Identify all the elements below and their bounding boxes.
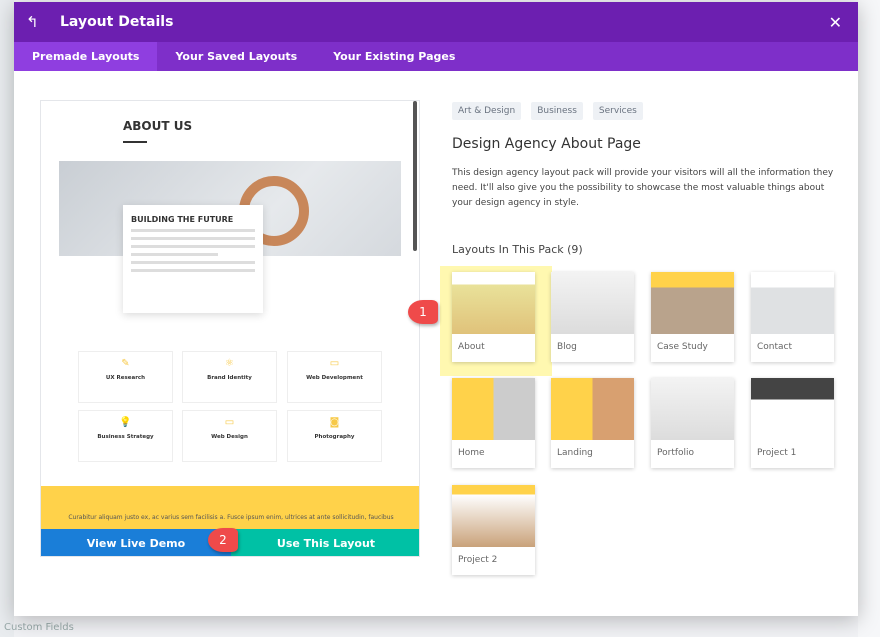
undo-arrow-icon[interactable]: ↰ xyxy=(26,13,52,31)
hero-card: BUILDING THE FUTURE xyxy=(123,205,263,313)
layout-thumb-blog[interactable]: Blog xyxy=(551,272,634,362)
laptop-icon: ▭ xyxy=(224,417,235,428)
background-label: Custom Fields xyxy=(4,622,74,633)
preview-scrollbar[interactable] xyxy=(413,101,417,251)
layout-thumb-case-study[interactable]: Case Study xyxy=(651,272,734,362)
category-tag[interactable]: Business xyxy=(531,102,583,120)
close-icon[interactable]: ✕ xyxy=(829,13,842,32)
layout-thumb-contact[interactable]: Contact xyxy=(751,272,834,362)
tab-premade-layouts[interactable]: Premade Layouts xyxy=(14,42,158,71)
service-card: ◙ Photography xyxy=(287,410,382,462)
layout-thumb-project-1[interactable]: Project 1 xyxy=(751,378,834,468)
layout-title: Design Agency About Page xyxy=(452,136,641,152)
layout-thumb-home[interactable]: Home xyxy=(452,378,535,468)
service-card: ⚛ Brand Identity xyxy=(182,351,277,403)
annotation-badge-2: 2 xyxy=(208,528,238,552)
layout-description: This design agency layout pack will prov… xyxy=(452,168,834,208)
camera-icon: ◙ xyxy=(329,417,340,428)
service-card: ▭ Web Development xyxy=(287,351,382,403)
layout-details-modal: ↰ Layout Details ✕ Premade Layouts Your … xyxy=(14,2,858,616)
layout-thumb-project-2[interactable]: Project 2 xyxy=(452,485,535,575)
tab-bar: Premade Layouts Your Saved Layouts Your … xyxy=(14,42,858,71)
atom-icon: ⚛ xyxy=(225,358,234,369)
layout-thumb-landing[interactable]: Landing xyxy=(551,378,634,468)
card-title: BUILDING THE FUTURE xyxy=(131,215,234,224)
service-card: ✎ UX Research xyxy=(78,351,173,403)
lightbulb-icon: 💡 xyxy=(119,417,132,428)
layout-preview[interactable]: ABOUT US BUILDING THE FUTURE ✎ UX Researc… xyxy=(40,100,420,557)
pack-heading: Layouts In This Pack (9) xyxy=(452,243,583,256)
monitor-icon: ▭ xyxy=(329,358,340,369)
category-tag[interactable]: Art & Design xyxy=(452,102,522,120)
view-live-demo-button[interactable]: View Live Demo xyxy=(41,529,231,556)
service-card: 💡 Business Strategy xyxy=(78,410,173,462)
category-tag[interactable]: Services xyxy=(592,102,643,120)
tab-saved-layouts[interactable]: Your Saved Layouts xyxy=(157,42,315,71)
use-this-layout-button[interactable]: Use This Layout xyxy=(231,529,419,556)
tab-existing-pages[interactable]: Your Existing Pages xyxy=(315,42,473,71)
service-card: ▭ Web Design xyxy=(182,410,277,462)
preview-heading: ABOUT US xyxy=(123,119,193,133)
annotation-badge-1: 1 xyxy=(408,300,438,324)
pencil-square-icon: ✎ xyxy=(121,358,130,369)
modal-title: Layout Details xyxy=(60,14,174,30)
layout-thumb-portfolio[interactable]: Portfolio xyxy=(651,378,734,468)
layout-info: Art & Design Business Services Design Ag… xyxy=(452,102,842,256)
layout-thumb-about[interactable]: About xyxy=(452,272,535,362)
modal-header: ↰ Layout Details ✕ xyxy=(14,2,858,42)
